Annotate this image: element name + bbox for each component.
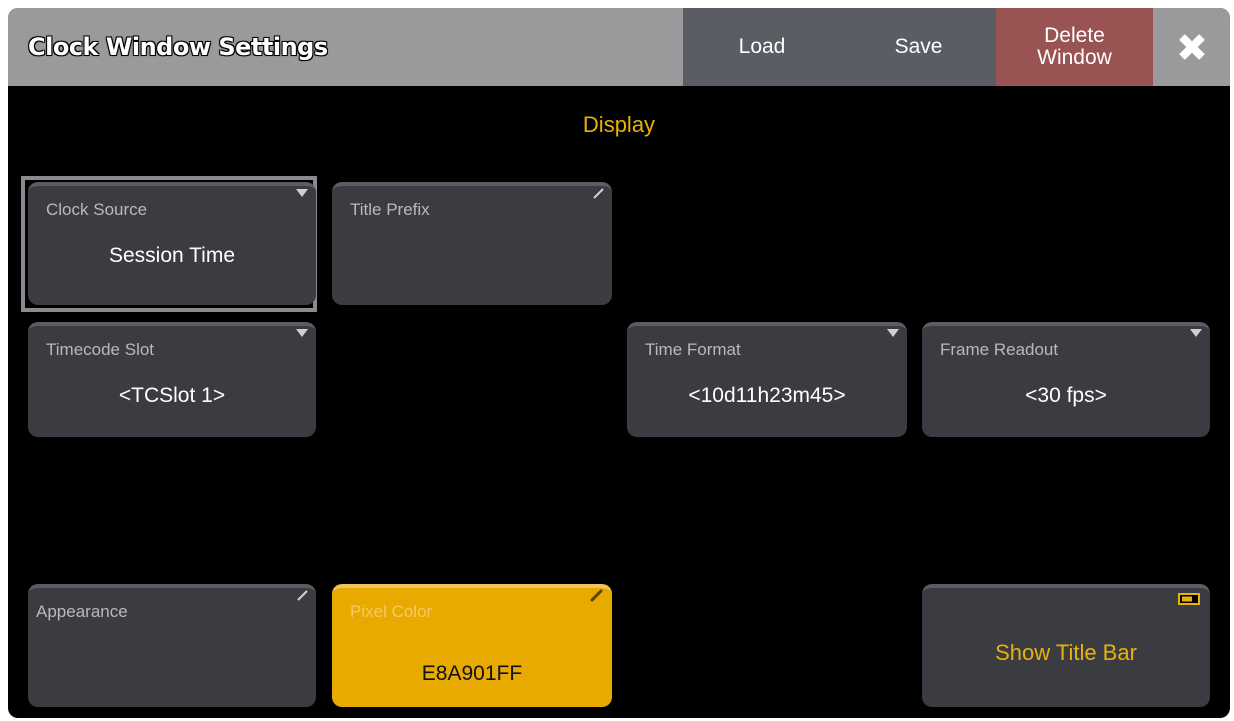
pixel-color-value: E8A901FF bbox=[421, 662, 523, 685]
title-prefix-label: Title Prefix bbox=[350, 200, 430, 219]
close-x-icon bbox=[1176, 31, 1208, 63]
section-title-display: Display bbox=[582, 112, 656, 137]
timecode-slot-label: Timecode Slot bbox=[46, 340, 155, 359]
show-title-bar-label: Show Title Bar bbox=[995, 640, 1137, 665]
edit-pencil-icon bbox=[590, 588, 604, 607]
toggle-indicator-icon bbox=[1178, 592, 1200, 610]
clock-source-value: Session Time bbox=[108, 244, 236, 267]
clock-source-label: Clock Source bbox=[46, 200, 148, 219]
dropdown-arrow-icon bbox=[296, 186, 308, 204]
clock-source-field[interactable]: Clock Source Session Time bbox=[28, 182, 316, 305]
time-format-field[interactable]: Time Format <10d11h23m45> bbox=[627, 322, 907, 437]
title-prefix-field[interactable]: Title Prefix bbox=[332, 182, 612, 305]
close-button[interactable] bbox=[1153, 8, 1230, 86]
timecode-slot-value: <TCSlot 1> bbox=[118, 384, 226, 407]
delete-label-line2: Window bbox=[1037, 46, 1112, 69]
delete-label-line1: Delete bbox=[1044, 24, 1105, 47]
dialog-title: Clock Window Settings bbox=[28, 33, 328, 61]
pixel-color-label: Pixel Color bbox=[350, 602, 433, 621]
dropdown-arrow-icon bbox=[296, 326, 308, 344]
load-button[interactable]: Load bbox=[683, 8, 841, 86]
title-bar: Clock Window Settings Load Save Delete W… bbox=[8, 8, 1230, 86]
frame-readout-field[interactable]: Frame Readout <30 fps> bbox=[922, 322, 1210, 437]
show-title-bar-toggle[interactable]: Show Title Bar bbox=[922, 584, 1210, 707]
time-format-label: Time Format bbox=[645, 340, 741, 359]
time-format-value: <10d11h23m45> bbox=[688, 384, 846, 407]
appearance-field[interactable]: Appearance bbox=[28, 584, 316, 707]
frame-readout-value: <30 fps> bbox=[1025, 384, 1107, 407]
frame-readout-label: Frame Readout bbox=[940, 340, 1059, 359]
dropdown-arrow-icon bbox=[887, 326, 899, 344]
edit-icon bbox=[592, 186, 604, 204]
pixel-color-field[interactable]: Pixel Color E8A901FF bbox=[332, 584, 612, 707]
appearance-label: Appearance bbox=[36, 602, 128, 621]
dropdown-arrow-icon bbox=[1190, 326, 1202, 344]
timecode-slot-field[interactable]: Timecode Slot <TCSlot 1> bbox=[28, 322, 316, 437]
save-button[interactable]: Save bbox=[841, 8, 996, 86]
clock-window-settings-dialog: Clock Window Settings Load Save Delete W… bbox=[8, 8, 1230, 718]
delete-window-button[interactable]: Delete Window bbox=[996, 8, 1153, 86]
edit-icon bbox=[296, 588, 308, 606]
